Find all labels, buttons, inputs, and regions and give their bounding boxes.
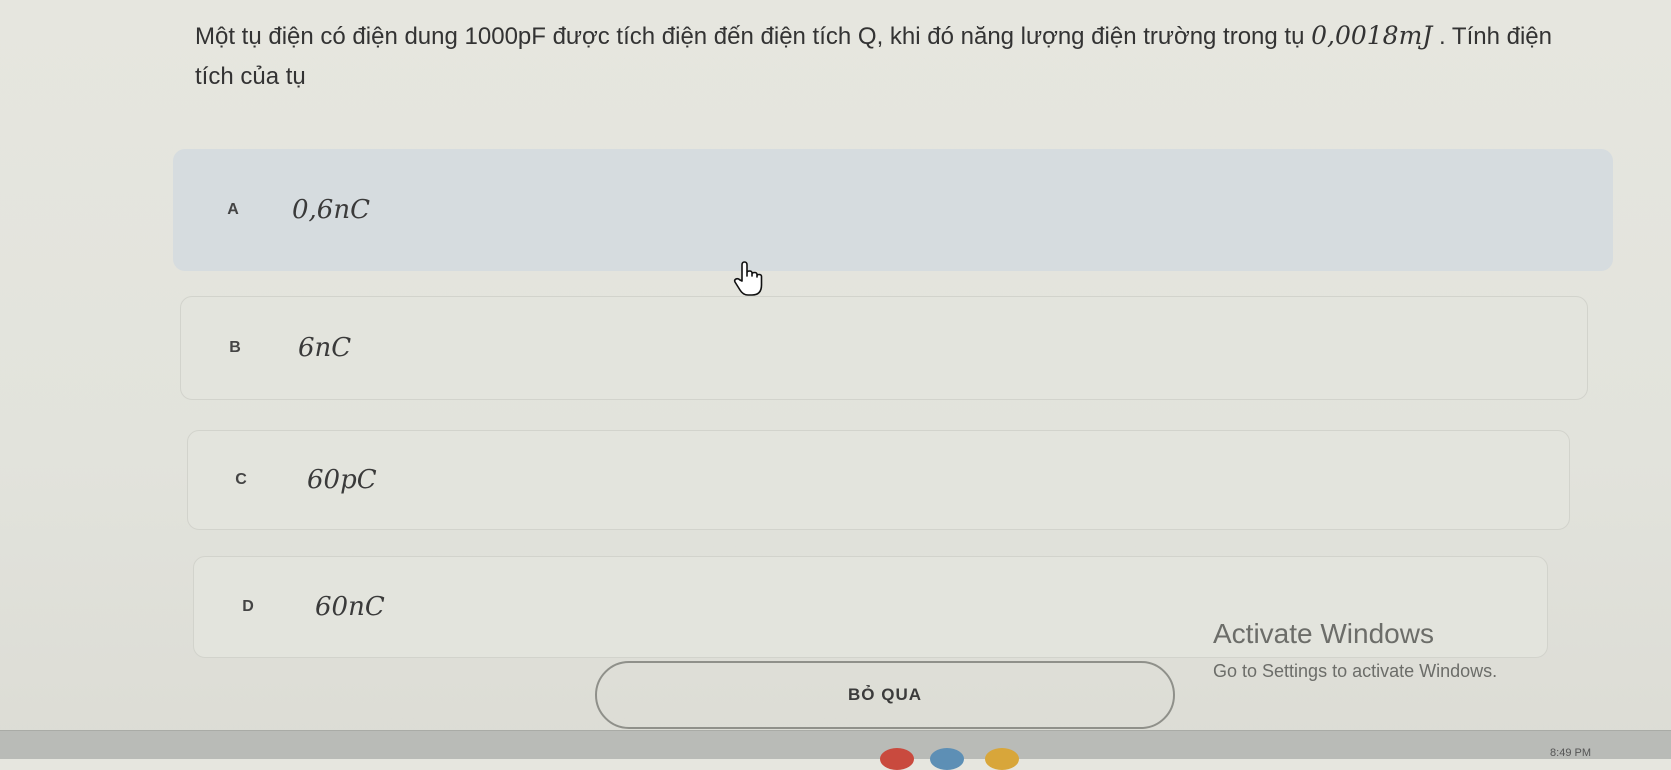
option-letter: A [227,201,239,218]
option-value: 60nC [315,592,385,622]
taskbar-app-icon[interactable] [985,748,1019,770]
option-value: 0,6nC [292,195,370,225]
option-value: 60pC [307,465,377,495]
question-prefix: Một tụ điện có điện dung 1000pF được tíc… [195,23,1305,50]
answer-option-a[interactable]: A 0,6nC [173,149,1613,271]
taskbar-app-icon[interactable] [930,748,964,770]
skip-button[interactable]: BỎ QUA [595,661,1175,729]
watermark-title: Activate Windows [1213,618,1434,649]
option-letter: B [229,339,241,356]
taskbar-app-icon[interactable] [880,748,914,770]
hand-pointer-icon [732,261,766,302]
question-math-value: 0,0018mJ [1311,21,1433,50]
option-value: 6nC [298,333,352,363]
option-letter: C [235,471,247,488]
activate-windows-watermark: Activate Windows Go to Settings to activ… [1213,616,1497,684]
answer-option-c[interactable]: C 60pC [187,430,1570,530]
question-text: Một tụ điện có điện dung 1000pF được tíc… [195,16,1575,97]
answer-option-b[interactable]: B 6nC [180,296,1588,400]
taskbar: 8:49 PM [0,730,1671,770]
taskbar-clock: 8:49 PM [1550,747,1591,759]
watermark-subtitle: Go to Settings to activate Windows. [1213,661,1498,681]
option-letter: D [242,598,254,615]
